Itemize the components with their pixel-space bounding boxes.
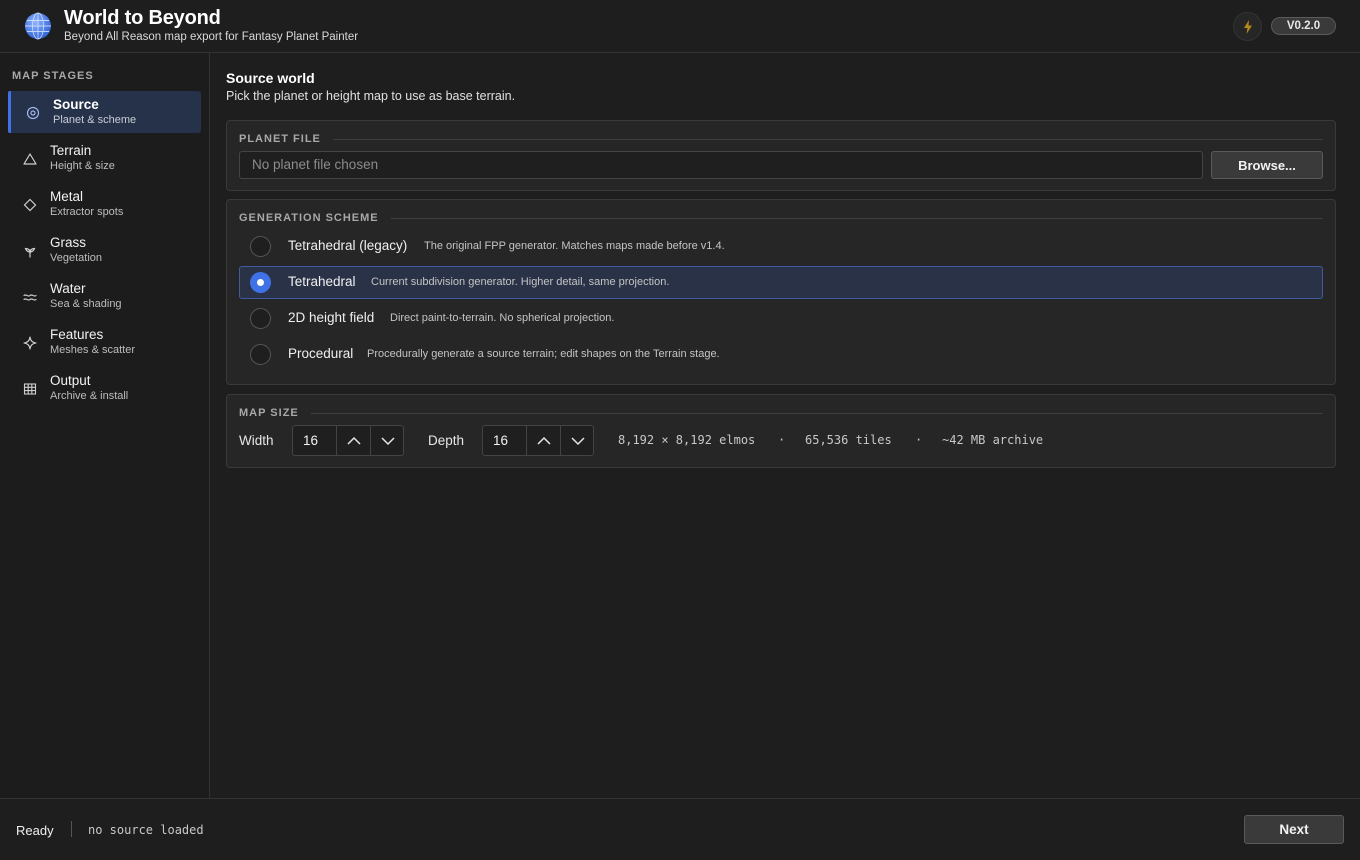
planet-file-legend: PLANET FILE (239, 133, 1323, 145)
target-icon (26, 106, 40, 120)
scheme-option-label: 2D height field (288, 310, 375, 325)
panel-legend-text: MAP SIZE (239, 407, 299, 419)
chevron-up-icon (536, 436, 551, 445)
planet-file-input[interactable]: No planet file chosen (239, 151, 1203, 179)
page-title: Source world (226, 70, 315, 86)
sidebar-heading: MAP STAGES (12, 70, 94, 82)
scheme-option-label: Tetrahedral (legacy) (288, 238, 408, 253)
map-size-elmos: 8,192 × 8,192 elmos (618, 433, 756, 447)
sidebar-item-label: Metal (50, 189, 84, 204)
sidebar-item-water[interactable]: Water Sea & shading (8, 275, 201, 317)
radio-button-selected[interactable] (250, 272, 271, 293)
sidebar-item-source[interactable]: Source Planet & scheme (8, 91, 201, 133)
scheme-option-description: Procedurally generate a source terrain; … (367, 348, 720, 360)
map-size-archive: ~42 MB archive (942, 433, 1044, 447)
triangle-icon (23, 153, 37, 165)
width-label: Width (239, 433, 274, 448)
app-subtitle: Beyond All Reason map export for Fantasy… (64, 31, 359, 43)
legend-rule (310, 412, 1323, 414)
sidebar-item-label: Water (50, 281, 86, 296)
scheme-option-procedural[interactable]: Procedural Procedurally generate a sourc… (239, 338, 1323, 371)
panel-legend-text: PLANET FILE (239, 133, 321, 145)
panel-legend-text: GENERATION SCHEME (239, 212, 379, 224)
radio-button[interactable] (250, 308, 271, 329)
status-text: Ready (16, 823, 54, 838)
sprout-icon (24, 247, 36, 258)
sidebar-item-label: Features (50, 327, 104, 342)
scheme-option-tetrahedral-legacy[interactable]: Tetrahedral (legacy) The original FPP ge… (239, 230, 1323, 263)
sidebar-item-sublabel: Vegetation (50, 252, 102, 264)
version-badge: V0.2.0 (1271, 17, 1336, 35)
sidebar-item-sublabel: Archive & install (50, 390, 129, 402)
radio-button[interactable] (250, 236, 271, 257)
globe-icon (25, 12, 51, 40)
next-button[interactable]: Next (1244, 815, 1344, 844)
generation-scheme-legend: GENERATION SCHEME (239, 212, 1323, 224)
sidebar-item-sublabel: Meshes & scatter (50, 344, 135, 356)
status-bar: Ready no source loaded Next (0, 798, 1360, 860)
sidebar-item-output[interactable]: Output Archive & install (8, 367, 201, 409)
sidebar-item-metal[interactable]: Metal Extractor spots (8, 183, 201, 225)
legend-rule (390, 217, 1323, 219)
browse-button[interactable]: Browse... (1211, 151, 1323, 179)
sidebar-item-sublabel: Sea & shading (50, 298, 122, 310)
depth-increment-button[interactable] (526, 426, 560, 455)
info-separator: · (778, 433, 786, 447)
grid-icon (23, 383, 37, 395)
width-increment-button[interactable] (336, 426, 370, 455)
sidebar-item-label: Terrain (50, 143, 92, 158)
status-divider (71, 821, 72, 837)
map-size-tiles: 65,536 tiles (805, 433, 892, 447)
sidebar-item-grass[interactable]: Grass Vegetation (8, 229, 201, 271)
sidebar-item-label: Source (53, 97, 99, 112)
depth-value[interactable]: 16 (493, 433, 508, 448)
width-stepper[interactable]: 16 (292, 425, 404, 456)
chevron-up-icon (346, 436, 361, 445)
scheme-option-description: The original FPP generator. Matches maps… (424, 240, 725, 252)
width-decrement-button[interactable] (370, 426, 404, 455)
generation-scheme-panel: GENERATION SCHEME Tetrahedral (legacy) T… (226, 199, 1336, 385)
sidebar-item-sublabel: Planet & scheme (53, 114, 137, 126)
waves-icon (23, 294, 37, 301)
lightning-bolt-icon (1243, 19, 1252, 34)
scheme-option-label: Procedural (288, 346, 354, 361)
depth-label: Depth (428, 433, 465, 448)
scheme-option-label: Tetrahedral (288, 274, 356, 289)
width-value[interactable]: 16 (303, 433, 318, 448)
legend-rule (332, 138, 1323, 140)
scheme-option-2d-height-field[interactable]: 2D height field Direct paint-to-terrain.… (239, 302, 1323, 335)
sidebar-item-features[interactable]: Features Meshes & scatter (8, 321, 201, 363)
sidebar-item-label: Output (50, 373, 91, 388)
radio-button[interactable] (250, 344, 271, 365)
scheme-option-tetrahedral[interactable]: Tetrahedral Current subdivision generato… (239, 266, 1323, 299)
app-title: World to Beyond (64, 7, 221, 29)
depth-decrement-button[interactable] (560, 426, 594, 455)
app-header: World to Beyond Beyond All Reason map ex… (0, 0, 1360, 53)
map-size-legend: MAP SIZE (239, 407, 1323, 419)
sidebar-item-terrain[interactable]: Terrain Height & size (8, 137, 201, 179)
page-subtitle: Pick the planet or height map to use as … (226, 89, 516, 103)
status-detail: no source loaded (88, 823, 204, 837)
map-size-panel: MAP SIZE Width 16 Depth 16 8,192 × 8,192… (226, 394, 1336, 468)
sidebar-item-sublabel: Height & size (50, 160, 115, 172)
scheme-option-description: Direct paint-to-terrain. No spherical pr… (390, 312, 615, 324)
sidebar-item-sublabel: Extractor spots (50, 206, 124, 218)
chevron-down-icon (380, 436, 395, 445)
sidebar-item-label: Grass (50, 235, 87, 250)
diamond-icon (23, 198, 37, 212)
depth-stepper[interactable]: 16 (482, 425, 594, 456)
sparkle-icon (23, 336, 37, 350)
scheme-option-description: Current subdivision generator. Higher de… (371, 276, 670, 288)
info-separator: · (915, 433, 923, 447)
quick-action-button[interactable] (1233, 12, 1262, 41)
sidebar: MAP STAGES Source Planet & scheme Terrai… (0, 53, 210, 798)
main-content: Source world Pick the planet or height m… (210, 53, 1360, 798)
planet-file-panel: PLANET FILE No planet file chosen Browse… (226, 120, 1336, 191)
chevron-down-icon (570, 436, 585, 445)
